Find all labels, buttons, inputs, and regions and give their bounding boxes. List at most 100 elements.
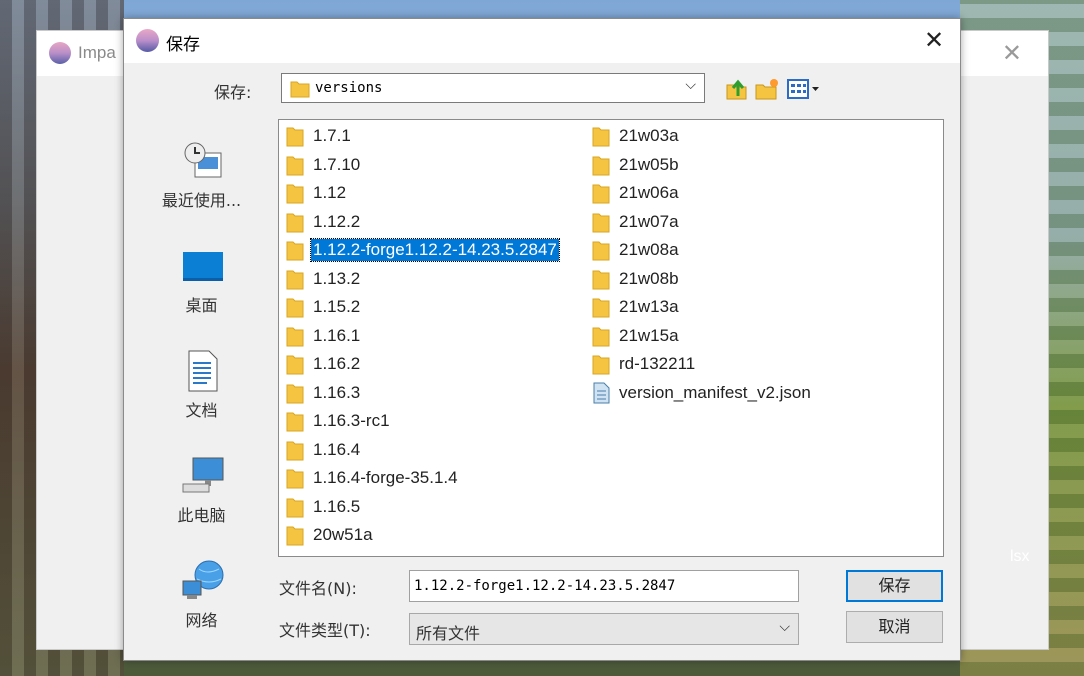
- file-item[interactable]: 21w03a: [587, 122, 811, 151]
- view-grid-icon: [787, 79, 819, 99]
- folder-icon: [286, 384, 304, 404]
- file-item[interactable]: 21w07a: [587, 208, 811, 237]
- cancel-button[interactable]: 取消: [846, 611, 943, 643]
- folder-icon: [286, 298, 304, 318]
- file-item[interactable]: 21w06a: [587, 179, 811, 208]
- file-item[interactable]: 21w08b: [587, 265, 811, 294]
- place-label: 最近使用...: [161, 191, 242, 210]
- new-folder-button[interactable]: [754, 76, 780, 102]
- save-in-label: 保存:: [214, 83, 252, 102]
- save-button[interactable]: 保存: [846, 570, 943, 602]
- filetype-dropdown[interactable]: 所有文件 ⌵: [409, 613, 799, 645]
- file-item[interactable]: 1.13.2: [281, 265, 559, 294]
- up-one-level-button[interactable]: [724, 76, 750, 102]
- computer-icon: [182, 457, 224, 493]
- chevron-down-icon: ⌵: [779, 619, 790, 635]
- file-item-name: 1.16.5: [313, 496, 361, 516]
- file-item[interactable]: 1.16.4: [281, 436, 559, 465]
- file-item[interactable]: 1.7.10: [281, 151, 559, 180]
- file-item-name: 1.16.4-forge-35.1.4: [313, 468, 458, 488]
- file-item-name: 21w06a: [619, 183, 679, 203]
- folder-icon: [286, 412, 304, 432]
- file-item[interactable]: 1.15.2: [281, 293, 559, 322]
- folder-icon: [286, 441, 304, 461]
- recent-icon: [184, 142, 222, 178]
- folder-icon: [286, 526, 304, 546]
- file-item[interactable]: 20w51a: [281, 521, 559, 550]
- file-item-name: 1.7.1: [313, 126, 351, 146]
- file-list: 1.7.1 1.7.10 1.12 1.12.2 1.12.2-forge1.12.2-…: [278, 119, 944, 557]
- file-item-name: version_manifest_v2.json: [619, 382, 811, 402]
- file-item-name: 1.16.4: [313, 439, 361, 459]
- file-item[interactable]: 1.12.2: [281, 208, 559, 237]
- folder-icon: [592, 241, 610, 261]
- place-label: 此电脑: [177, 506, 226, 525]
- file-item[interactable]: 21w08a: [587, 236, 811, 265]
- place-documents[interactable]: 文档: [141, 329, 262, 425]
- folder-icon: [286, 184, 304, 204]
- folder-icon: [286, 355, 304, 375]
- app-logo-icon: [49, 42, 71, 64]
- file-item[interactable]: 21w15a: [587, 322, 811, 351]
- background-close-icon[interactable]: ✕: [1002, 39, 1022, 67]
- file-item-name: 21w15a: [619, 325, 679, 345]
- file-item-name: 21w03a: [619, 126, 679, 146]
- file-item[interactable]: 1.12: [281, 179, 559, 208]
- folder-icon: [286, 469, 304, 489]
- folder-icon: [286, 241, 304, 261]
- documents-icon: [188, 350, 218, 392]
- file-item-name: 21w13a: [619, 297, 679, 317]
- folder-icon: [286, 127, 304, 147]
- close-icon[interactable]: ✕: [920, 27, 948, 55]
- place-network[interactable]: 网络: [141, 539, 262, 635]
- folder-icon: [286, 270, 304, 290]
- up-folder-icon: [726, 79, 747, 100]
- folder-dropdown[interactable]: versions ⌵: [281, 73, 705, 103]
- folder-icon: [592, 156, 610, 176]
- place-computer[interactable]: 此电脑: [141, 434, 262, 530]
- file-item[interactable]: 1.16.4-forge-35.1.4: [281, 464, 559, 493]
- folder-icon: [592, 213, 610, 233]
- dialog-titlebar: 保存 ✕: [124, 19, 960, 63]
- file-item-name: 20w51a: [313, 525, 373, 545]
- file-item[interactable]: 21w13a: [587, 293, 811, 322]
- chevron-down-icon: ⌵: [685, 77, 696, 93]
- folder-icon: [286, 213, 304, 233]
- file-item[interactable]: 1.7.1: [281, 122, 559, 151]
- folder-icon: [286, 327, 304, 347]
- file-item[interactable]: 21w05b: [587, 151, 811, 180]
- file-item-name: rd-132211: [619, 354, 696, 374]
- file-item[interactable]: 1.16.2: [281, 350, 559, 379]
- places-bar: 最近使用... 桌面 文档 此电脑 网络: [141, 119, 262, 639]
- folder-icon: [592, 184, 610, 204]
- file-item-name: 1.16.1: [313, 325, 361, 345]
- file-item[interactable]: rd-132211: [587, 350, 811, 379]
- filetype-label: 文件类型(T):: [279, 621, 371, 640]
- file-item-name: 21w08a: [619, 240, 679, 260]
- filename-label: 文件名(N):: [279, 579, 357, 598]
- file-item-name: 1.16.3-rc1: [313, 411, 390, 431]
- file-item[interactable]: version_manifest_v2.json: [587, 379, 811, 408]
- filetype-dropdown-value: 所有文件: [416, 624, 481, 643]
- folder-icon: [592, 127, 610, 147]
- file-item-name: 21w08b: [619, 268, 679, 288]
- filename-input[interactable]: [409, 570, 799, 602]
- file-item[interactable]: 1.12.2-forge1.12.2-14.23.5.2847: [281, 236, 560, 265]
- place-recent[interactable]: 最近使用...: [141, 119, 262, 215]
- file-item-name: 21w07a: [619, 211, 679, 231]
- folder-icon: [592, 298, 610, 318]
- view-menu-button[interactable]: [786, 76, 822, 102]
- file-item[interactable]: 1.16.5: [281, 493, 559, 522]
- file-item[interactable]: 1.16.3-rc1: [281, 407, 559, 436]
- folder-icon: [592, 270, 610, 290]
- folder-icon: [592, 355, 610, 375]
- folder-icon: [592, 327, 610, 347]
- place-desktop[interactable]: 桌面: [141, 224, 262, 320]
- file-item-name: 1.15.2: [313, 297, 361, 317]
- file-item-name: 1.13.2: [313, 268, 361, 288]
- folder-icon: [290, 81, 310, 98]
- file-item-name: 1.16.2: [313, 354, 361, 374]
- file-item[interactable]: 1.16.1: [281, 322, 559, 351]
- file-item-name: 1.16.3: [313, 382, 361, 402]
- file-item[interactable]: 1.16.3: [281, 379, 559, 408]
